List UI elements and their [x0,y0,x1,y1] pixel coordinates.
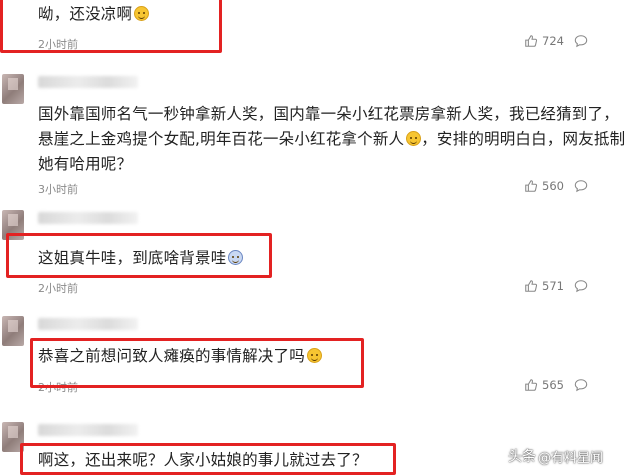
laugh-emoji-icon [406,131,422,146]
reply-icon[interactable] [574,34,588,48]
comment-text: 国外靠国师名气一秒钟拿新人奖，国内靠一朵小红花票房拿新人奖，我已经猜到了，悬崖之… [38,105,626,173]
like-button[interactable]: 571 [524,279,564,293]
like-button[interactable]: 724 [524,34,564,48]
like-button[interactable]: 560 [524,179,564,193]
like-count: 560 [542,179,564,193]
avatar [2,316,24,346]
username-blurred [38,318,138,330]
like-count: 565 [542,378,564,392]
like-count: 571 [542,279,564,293]
thumbs-up-icon [525,35,538,47]
highlight-box-3 [6,233,272,278]
reply-icon[interactable] [574,378,588,392]
username-blurred [38,424,138,436]
thumbs-up-icon [525,180,538,192]
username-blurred [38,76,138,88]
watermark-brand: 头条 [508,449,536,465]
thumbs-up-icon [525,379,538,391]
watermark: 头条 @有料星闻 [508,446,603,466]
like-count: 724 [542,34,564,48]
reply-icon[interactable] [574,179,588,193]
reply-icon[interactable] [574,279,588,293]
watermark-handle: @有料星闻 [538,450,604,466]
comment-time: 3小时前 [38,183,78,196]
highlight-box-1 [0,0,222,53]
like-button[interactable]: 565 [524,378,564,392]
avatar [2,74,24,104]
highlight-box-5 [20,443,396,475]
thumbs-up-icon [525,280,538,292]
comment-time: 2小时前 [38,282,78,295]
username-blurred [38,212,138,224]
highlight-box-4 [30,338,364,388]
